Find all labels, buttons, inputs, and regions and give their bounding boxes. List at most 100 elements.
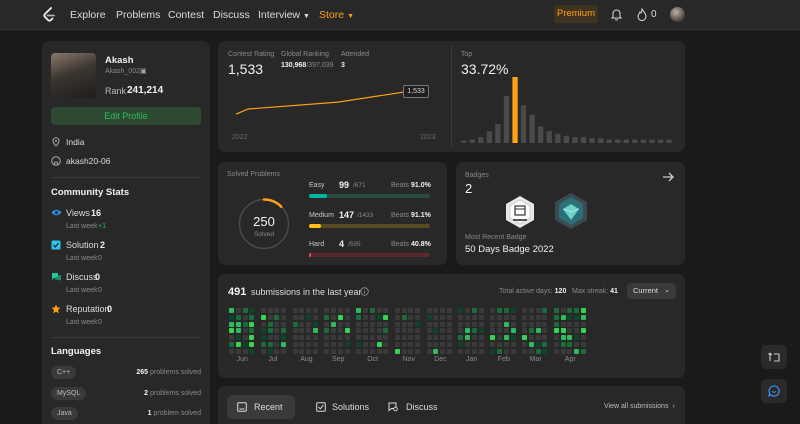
heatmap-cell[interactable]: [324, 335, 330, 341]
heatmap-cell[interactable]: [542, 335, 548, 341]
heatmap-cell[interactable]: [249, 308, 255, 313]
heatmap-cell[interactable]: [440, 335, 446, 341]
heatmap-cell[interactable]: [324, 314, 330, 320]
heatmap-cell[interactable]: [426, 321, 432, 327]
heatmap-cell[interactable]: [581, 328, 586, 334]
heatmap-cell[interactable]: [274, 328, 280, 334]
heatmap-cell[interactable]: [267, 314, 273, 320]
heatmap-cell[interactable]: [408, 328, 414, 334]
heatmap-cell[interactable]: [447, 335, 452, 341]
heatmap-cell[interactable]: [249, 348, 255, 354]
view-all-submissions-link[interactable]: View all submissions ›: [604, 403, 675, 410]
heatmap-cell[interactable]: [458, 314, 464, 320]
heatmap-cell[interactable]: [433, 328, 439, 334]
heatmap-cell[interactable]: [376, 342, 382, 347]
heatmap-cell[interactable]: [369, 348, 375, 354]
heatmap-cell[interactable]: [510, 342, 516, 347]
heatmap-cell[interactable]: [528, 342, 534, 347]
heatmap-cell[interactable]: [313, 314, 318, 320]
heatmap-cell[interactable]: [472, 314, 477, 320]
heatmap-cell[interactable]: [229, 342, 234, 347]
heatmap-cell[interactable]: [274, 342, 280, 347]
heatmap-cell[interactable]: [553, 328, 559, 334]
heatmap-cell[interactable]: [267, 328, 273, 334]
heatmap-cell[interactable]: [229, 348, 234, 354]
heatmap-cell[interactable]: [447, 308, 452, 313]
heatmap-cell[interactable]: [242, 348, 248, 354]
heatmap-cell[interactable]: [535, 314, 541, 320]
heatmap-cell[interactable]: [313, 321, 318, 327]
badge-50-days-icon[interactable]: [503, 195, 537, 229]
heatmap-cell[interactable]: [465, 342, 471, 347]
heatmap-cell[interactable]: [363, 321, 368, 327]
heatmap-cell[interactable]: [542, 348, 548, 354]
heatmap-cell[interactable]: [356, 308, 362, 313]
heatmap-cell[interactable]: [299, 321, 305, 327]
heatmap-cell[interactable]: [235, 308, 241, 313]
heatmap-cell[interactable]: [229, 308, 234, 313]
heatmap-cell[interactable]: [458, 321, 464, 327]
heatmap-cell[interactable]: [274, 308, 280, 313]
heatmap-cell[interactable]: [260, 314, 266, 320]
heatmap-cell[interactable]: [535, 342, 541, 347]
heatmap-cell[interactable]: [299, 308, 305, 313]
heatmap-cell[interactable]: [497, 314, 502, 320]
heatmap-cell[interactable]: [458, 328, 464, 334]
heatmap-cell[interactable]: [528, 328, 534, 334]
heatmap-cell[interactable]: [383, 335, 389, 341]
heatmap-cell[interactable]: [363, 308, 368, 313]
heatmap-cell[interactable]: [472, 335, 477, 341]
heatmap-cell[interactable]: [267, 321, 273, 327]
heatmap-cell[interactable]: [401, 335, 407, 341]
heatmap-cell[interactable]: [426, 335, 432, 341]
heatmap-cell[interactable]: [426, 308, 432, 313]
heatmap-cell[interactable]: [433, 348, 439, 354]
heatmap-cell[interactable]: [306, 328, 312, 334]
heatmap-cell[interactable]: [408, 308, 414, 313]
heatmap-cell[interactable]: [331, 348, 337, 354]
heatmap-cell[interactable]: [581, 308, 586, 313]
heatmap-cell[interactable]: [490, 314, 496, 320]
heatmap-cell[interactable]: [299, 314, 305, 320]
heatmap-cell[interactable]: [440, 342, 446, 347]
heatmap-cell[interactable]: [394, 321, 400, 327]
heatmap-cell[interactable]: [503, 328, 509, 334]
heatmap-cell[interactable]: [433, 321, 439, 327]
heatmap-cell[interactable]: [542, 321, 548, 327]
heatmap-cell[interactable]: [235, 328, 241, 334]
heatmap-cell[interactable]: [433, 335, 439, 341]
heatmap-cell[interactable]: [338, 342, 343, 347]
heatmap-cell[interactable]: [490, 348, 496, 354]
heatmap-cell[interactable]: [292, 308, 298, 313]
heatmap-cell[interactable]: [574, 321, 580, 327]
heatmap-cell[interactable]: [313, 335, 318, 341]
heatmap-cell[interactable]: [338, 308, 343, 313]
heatmap-cell[interactable]: [229, 321, 234, 327]
leetcode-logo-icon[interactable]: [42, 7, 56, 23]
nav-store[interactable]: Store ▼: [319, 9, 354, 21]
nav-explore[interactable]: Explore: [70, 9, 106, 21]
heatmap-cell[interactable]: [447, 342, 452, 347]
heatmap-cell[interactable]: [235, 321, 241, 327]
heatmap-cell[interactable]: [401, 342, 407, 347]
heatmap-cell[interactable]: [401, 348, 407, 354]
heatmap-cell[interactable]: [306, 335, 312, 341]
heatmap-cell[interactable]: [324, 328, 330, 334]
heatmap-cell[interactable]: [260, 321, 266, 327]
heatmap-cell[interactable]: [394, 328, 400, 334]
heatmap-cell[interactable]: [478, 335, 484, 341]
heatmap-cell[interactable]: [260, 348, 266, 354]
heatmap-cell[interactable]: [274, 314, 280, 320]
heatmap-cell[interactable]: [369, 342, 375, 347]
arrow-right-icon[interactable]: [662, 171, 675, 183]
heatmap-cell[interactable]: [267, 308, 273, 313]
heatmap-cell[interactable]: [331, 308, 337, 313]
heatmap-cell[interactable]: [542, 328, 548, 334]
heatmap-cell[interactable]: [292, 328, 298, 334]
tab-recent-ac[interactable]: Recent AC: [227, 395, 295, 419]
avatar[interactable]: [670, 7, 685, 22]
heatmap-cell[interactable]: [553, 314, 559, 320]
heatmap-cell[interactable]: [581, 335, 586, 341]
heatmap-cell[interactable]: [522, 328, 527, 334]
heatmap-cell[interactable]: [510, 328, 516, 334]
